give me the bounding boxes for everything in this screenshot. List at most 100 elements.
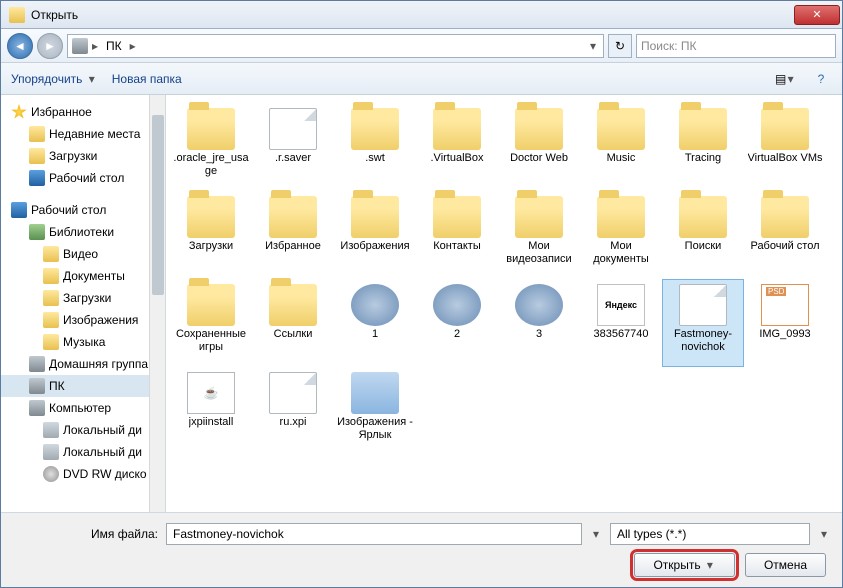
shortcut-icon xyxy=(351,372,399,414)
file-label: Изображения - Ярлык xyxy=(337,416,413,442)
filetype-select[interactable] xyxy=(610,523,810,545)
sidebar-scrollbar[interactable] xyxy=(149,95,165,512)
tree-homegroup[interactable]: Домашняя группа xyxy=(1,353,165,375)
file-item[interactable]: Сохраненные игры xyxy=(170,279,252,367)
file-item[interactable]: Fastmoney-novichok xyxy=(662,279,744,367)
folder-icon xyxy=(433,196,481,238)
torrent-icon xyxy=(351,284,399,326)
navbar: ◄ ► ▸ ПК ▸ ▾ ↻ Поиск: ПК xyxy=(1,29,842,63)
file-item[interactable]: Tracing xyxy=(662,103,744,191)
tree-item[interactable]: Рабочий стол xyxy=(1,167,165,189)
file-item[interactable]: Поиски xyxy=(662,191,744,279)
filename-dropdown[interactable]: ▾ xyxy=(590,527,602,541)
file-label: Рабочий стол xyxy=(750,240,819,253)
view-button[interactable]: ▤▾ xyxy=(774,68,796,90)
cancel-button[interactable]: Отмена xyxy=(745,553,826,577)
tree-item[interactable]: Видео xyxy=(1,243,165,265)
search-placeholder: Поиск: ПК xyxy=(641,39,697,53)
file-label: Поиски xyxy=(685,240,722,253)
folder-icon xyxy=(761,196,809,238)
tree-item[interactable]: Документы xyxy=(1,265,165,287)
file-item[interactable]: Doctor Web xyxy=(498,103,580,191)
tree-libraries[interactable]: Библиотеки xyxy=(1,221,165,243)
tree-desktop[interactable]: Рабочий стол xyxy=(1,199,165,221)
filetype-dropdown[interactable]: ▾ xyxy=(818,527,830,541)
file-item[interactable]: IMG_0993 xyxy=(744,279,826,367)
back-button[interactable]: ◄ xyxy=(7,33,33,59)
file-item[interactable]: Мои видеозаписи xyxy=(498,191,580,279)
file-list: .oracle_jre_usage.r.saver.swt .VirtualBox… xyxy=(166,95,842,512)
address-bar[interactable]: ▸ ПК ▸ ▾ xyxy=(67,34,604,58)
breadcrumb-item[interactable]: ПК xyxy=(102,37,126,55)
file-item[interactable]: Ссылки xyxy=(252,279,334,367)
toolbar: Упорядочить ▾ Новая папка ▤▾ ? xyxy=(1,63,842,95)
file-item[interactable]: VirtualBox VMs xyxy=(744,103,826,191)
file-item[interactable]: .oracle_jre_usage xyxy=(170,103,252,191)
file-item[interactable]: Контакты xyxy=(416,191,498,279)
folder-icon xyxy=(351,196,399,238)
tree-item[interactable]: Локальный ди xyxy=(1,419,165,441)
file-item[interactable]: Яндекс383567740 xyxy=(580,279,662,367)
tree-item[interactable]: Локальный ди xyxy=(1,441,165,463)
close-button[interactable]: ✕ xyxy=(794,5,840,25)
forward-button[interactable]: ► xyxy=(37,33,63,59)
file-label: Избранное xyxy=(265,240,321,253)
file-label: .oracle_jre_usage xyxy=(173,152,249,178)
tree-item[interactable]: Музыка xyxy=(1,331,165,353)
tree-item[interactable]: Загрузки xyxy=(1,287,165,309)
address-dropdown[interactable]: ▾ xyxy=(587,39,599,53)
help-button[interactable]: ? xyxy=(810,68,832,90)
file-item[interactable]: 2 xyxy=(416,279,498,367)
file-label: VirtualBox VMs xyxy=(748,152,823,165)
folder-icon xyxy=(597,196,645,238)
file-item[interactable]: 1 xyxy=(334,279,416,367)
tree-computer[interactable]: Компьютер xyxy=(1,397,165,419)
file-label: Tracing xyxy=(685,152,721,165)
folder-icon xyxy=(679,196,727,238)
filename-input[interactable] xyxy=(166,523,582,545)
file-item[interactable]: ☕jxpiinstall xyxy=(170,367,252,455)
file-item[interactable]: Рабочий стол xyxy=(744,191,826,279)
file-item[interactable]: Изображения - Ярлык xyxy=(334,367,416,455)
file-item[interactable]: .r.saver xyxy=(252,103,334,191)
torrent-icon xyxy=(515,284,563,326)
folder-icon xyxy=(515,108,563,150)
folder-icon xyxy=(187,108,235,150)
tree-favorites[interactable]: Избранное xyxy=(1,101,165,123)
refresh-button[interactable]: ↻ xyxy=(608,34,632,58)
file-item[interactable]: 3 xyxy=(498,279,580,367)
open-button[interactable]: Открыть ▾ xyxy=(634,553,734,577)
tree-item[interactable]: Загрузки xyxy=(1,145,165,167)
tree-pk[interactable]: ПК xyxy=(1,375,165,397)
file-item[interactable]: Изображения xyxy=(334,191,416,279)
file-label: Контакты xyxy=(433,240,481,253)
file-label: Изображения xyxy=(340,240,409,253)
file-item[interactable]: .swt xyxy=(334,103,416,191)
file-label: 3 xyxy=(536,328,542,341)
file-label: .VirtualBox xyxy=(431,152,484,165)
file-icon xyxy=(269,372,317,414)
folder-icon xyxy=(679,108,727,150)
tree-item[interactable]: Изображения xyxy=(1,309,165,331)
folder-icon xyxy=(187,284,235,326)
file-item[interactable]: Загрузки xyxy=(170,191,252,279)
footer: Имя файла: ▾ ▾ Открыть ▾ Отмена xyxy=(1,512,842,587)
tree-item[interactable]: Недавние места xyxy=(1,123,165,145)
file-label: Загрузки xyxy=(189,240,233,253)
folder-icon xyxy=(515,196,563,238)
new-folder-button[interactable]: Новая папка xyxy=(112,72,182,86)
organize-menu[interactable]: Упорядочить ▾ xyxy=(11,72,98,86)
file-item[interactable]: .VirtualBox xyxy=(416,103,498,191)
file-label: Doctor Web xyxy=(510,152,568,165)
search-input[interactable]: Поиск: ПК xyxy=(636,34,836,58)
file-item[interactable]: Мои документы xyxy=(580,191,662,279)
folder-icon xyxy=(269,196,317,238)
file-icon xyxy=(269,108,317,150)
tree-item[interactable]: DVD RW диско xyxy=(1,463,165,485)
file-item[interactable]: Music xyxy=(580,103,662,191)
file-label: jxpiinstall xyxy=(189,416,234,429)
file-item[interactable]: Избранное xyxy=(252,191,334,279)
file-icon xyxy=(679,284,727,326)
file-item[interactable]: ru.xpi xyxy=(252,367,334,455)
folder-icon xyxy=(351,108,399,150)
